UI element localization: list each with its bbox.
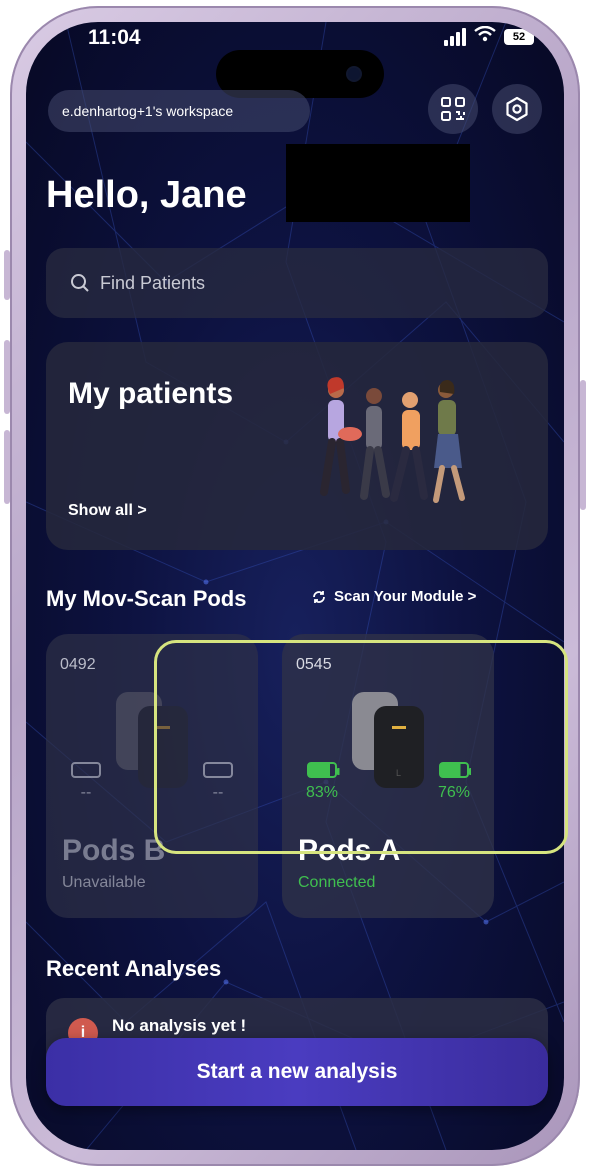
pods-section-title: My Mov-Scan Pods [46,586,247,611]
app-screen: 11:04 52 e.denhartog+1's workspace Hello… [26,22,564,1150]
workspace-selector[interactable]: e.denhartog+1's workspace [48,90,310,132]
battery-empty-icon [71,762,101,778]
status-time: 11:04 [88,26,141,49]
cellular-signal-icon [444,27,466,46]
show-all-link[interactable]: Show all > [68,502,147,520]
power-button [580,380,586,510]
refresh-icon [313,590,325,603]
start-new-analysis-button[interactable]: Start a new analysis [46,1038,548,1106]
status-icons: 52 [444,25,534,47]
battery-icon: 52 [504,28,534,45]
volume-up-button [4,340,10,414]
search-input[interactable]: Find Patients [46,248,548,318]
left-battery: -- [56,762,116,802]
settings-icon [506,96,528,122]
no-analysis-message: No analysis yet ! [112,1016,247,1035]
pod-id: 0492 [60,656,96,673]
action-button [4,250,10,300]
settings-button[interactable] [492,84,542,134]
recent-analyses-title: Recent Analyses [46,956,222,981]
pod-status: Connected [298,874,376,891]
wifi-icon [474,25,496,47]
qr-code-button[interactable] [428,84,478,134]
my-patients-card[interactable]: My patients Show all > [46,342,548,550]
my-patients-title: My patients [68,377,234,410]
search-icon [71,274,89,292]
redacted-area [286,144,470,222]
left-battery-value: -- [80,784,92,801]
walking-people-illustration [320,377,465,503]
greeting-title: Hello, Jane [46,174,247,216]
highlight-annotation [154,640,568,854]
front-camera [348,68,360,80]
qr-code-icon [441,97,465,121]
pod-name: Pods B [62,834,166,867]
pod-status: Unavailable [62,874,146,891]
scan-module-label: Scan Your Module > [334,588,477,605]
volume-down-button [4,430,10,504]
scan-module-link[interactable]: Scan Your Module > [312,588,476,605]
search-placeholder: Find Patients [100,272,206,293]
